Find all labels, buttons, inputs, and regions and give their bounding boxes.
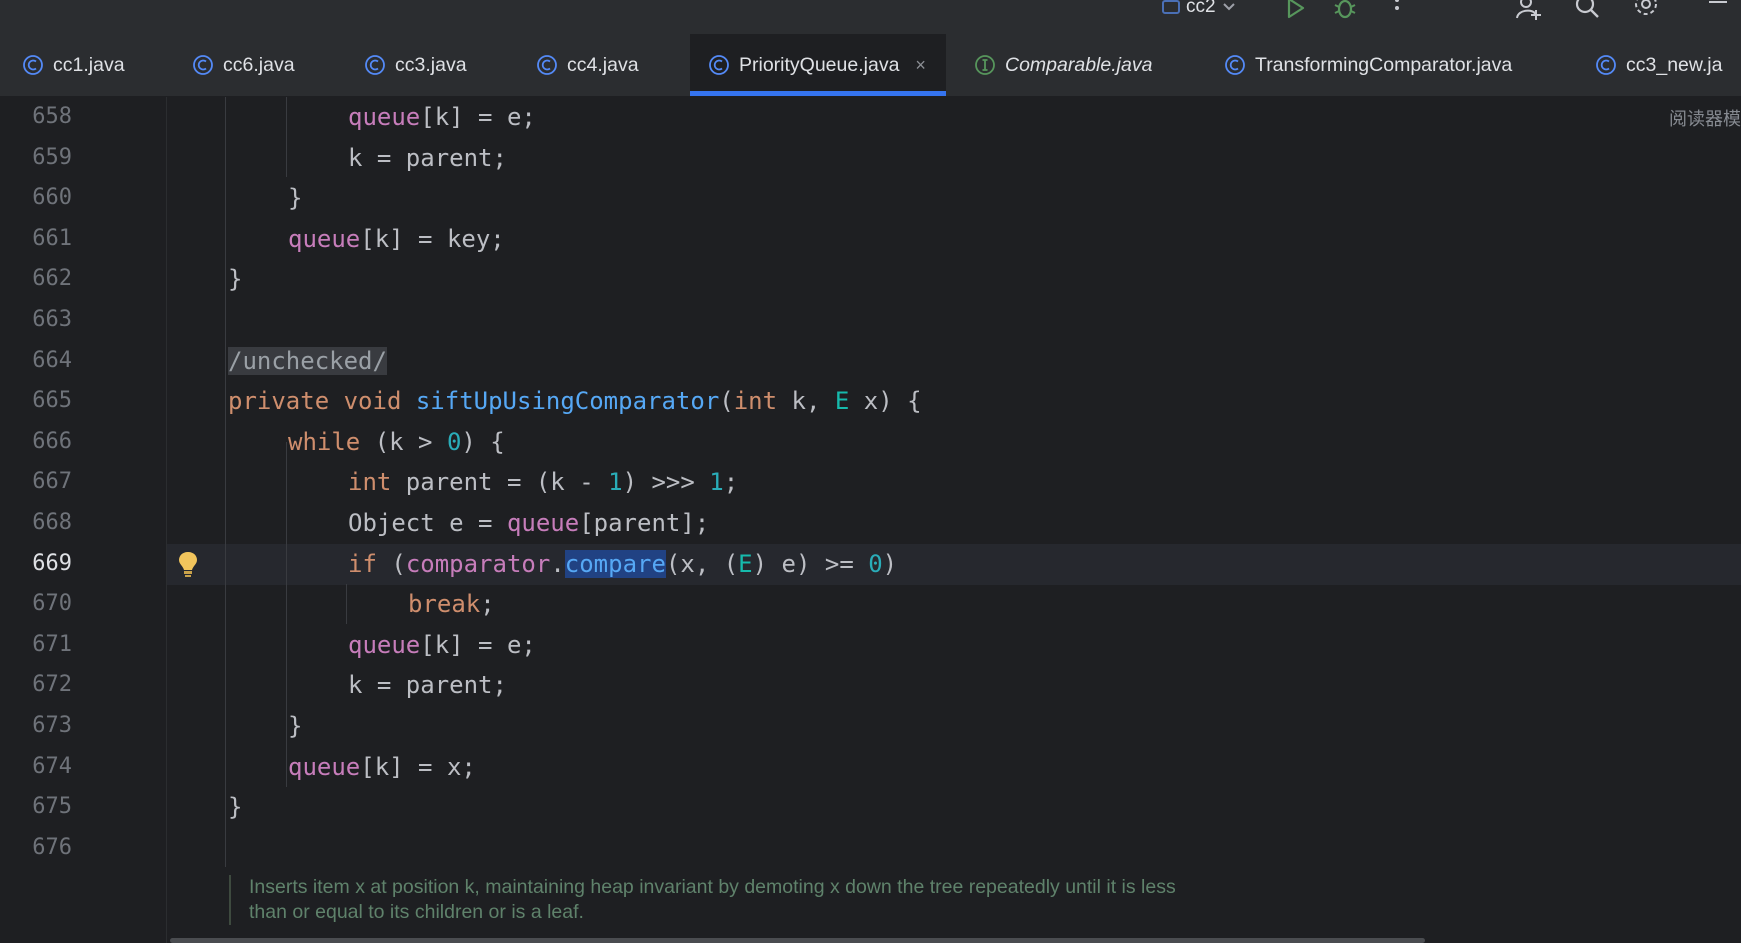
code-line: k = parent; — [348, 143, 507, 172]
tab-label: TransformingComparator.java — [1255, 53, 1513, 76]
class-icon — [709, 55, 729, 75]
line-number: 663 — [32, 307, 72, 332]
line-number: 661 — [32, 225, 72, 251]
debug-icon[interactable] — [1332, 0, 1358, 22]
tab-cc6[interactable]: cc6.java — [192, 34, 295, 96]
run-icon[interactable] — [1282, 0, 1308, 22]
code-line: } — [228, 793, 243, 822]
rendered-doc-comment[interactable]: Inserts item x at position k, maintainin… — [229, 875, 1199, 925]
code-line: } — [228, 265, 243, 294]
line-number: 659 — [32, 144, 72, 170]
indent-guide — [346, 584, 347, 624]
class-icon — [537, 55, 557, 75]
chevron-down-icon — [1222, 3, 1235, 11]
tab-cc3[interactable]: cc3.java — [364, 34, 467, 96]
code-line-current: if (comparator.compare(x, (E) e) >= 0) — [348, 549, 898, 578]
line-number: 658 — [32, 104, 72, 129]
reader-mode-toggle[interactable]: 阅读器模 — [1669, 105, 1741, 131]
line-number: 672 — [32, 672, 72, 698]
class-icon — [1225, 55, 1245, 75]
tab-label: cc6.java — [223, 53, 295, 76]
indent-guide — [286, 442, 287, 787]
code-line: } — [288, 712, 303, 740]
more-icon[interactable] — [1384, 0, 1410, 22]
code-line: } — [288, 184, 303, 213]
class-icon — [193, 55, 213, 75]
tab-cc3-new[interactable]: cc3_new.ja — [1595, 34, 1722, 96]
interface-icon — [975, 55, 995, 75]
run-config-selector[interactable]: cc2 — [1162, 0, 1236, 18]
tab-cc1[interactable]: cc1.java — [22, 34, 125, 96]
minimize-icon[interactable] — [1705, 0, 1731, 22]
code-line: queue[k] = x; — [288, 752, 476, 781]
code-line: k = parent; — [348, 671, 507, 700]
lightbulb-icon[interactable] — [178, 550, 198, 578]
code-line: queue[k] = e; — [348, 103, 536, 131]
code-line: queue[k] = e; — [348, 630, 536, 659]
line-number: 675 — [32, 794, 72, 820]
search-icon[interactable] — [1574, 0, 1600, 22]
tab-label: cc1.java — [53, 53, 125, 76]
line-number: 666 — [32, 428, 72, 454]
tab-comparable[interactable]: Comparable.java — [974, 34, 1152, 96]
settings-icon[interactable] — [1633, 0, 1659, 22]
editor-tabs: cc1.java cc6.java cc3.java cc4.java Prio… — [0, 34, 1741, 97]
class-icon — [23, 55, 43, 75]
code-editor[interactable]: 658 659 660 661 662 663 664 665 666 667 … — [0, 97, 1741, 943]
tab-label: cc4.java — [567, 53, 639, 76]
indent-guide — [286, 97, 287, 177]
tab-transformingcomparator[interactable]: TransformingComparator.java — [1224, 34, 1512, 96]
main-toolbar: cc2 — [0, 0, 1741, 34]
annotation-hint: /unchecked/ — [228, 346, 387, 375]
tab-priorityqueue[interactable]: PriorityQueue.java × — [690, 34, 946, 96]
code-line: queue[k] = key; — [288, 224, 505, 253]
line-number: 664 — [32, 347, 72, 373]
tab-label: PriorityQueue.java — [739, 53, 900, 76]
code-line: int parent = (k - 1) >>> 1; — [348, 468, 739, 497]
tab-cc4[interactable]: cc4.java — [536, 34, 639, 96]
line-number-current: 669 — [32, 550, 72, 576]
selected-token[interactable]: compare — [564, 549, 666, 578]
code-line: Object e = queue[parent]; — [348, 509, 710, 537]
line-number: 667 — [32, 469, 72, 495]
class-icon — [1596, 55, 1616, 75]
run-config-icon — [1162, 0, 1180, 14]
tab-label: Comparable.java — [1005, 53, 1153, 76]
editor-gutter[interactable]: 658 659 660 661 662 663 664 665 666 667 … — [0, 97, 197, 943]
close-icon[interactable]: × — [915, 55, 926, 76]
code-line: while (k > 0) { — [288, 427, 505, 456]
tab-label: cc3_new.ja — [1626, 53, 1723, 76]
line-number: 662 — [32, 266, 72, 292]
line-number: 665 — [32, 388, 72, 414]
line-number: 674 — [32, 753, 72, 779]
add-user-icon[interactable] — [1515, 0, 1541, 22]
line-number: 670 — [32, 591, 72, 617]
line-number: 671 — [32, 631, 72, 657]
code-line: /unchecked/ — [228, 341, 387, 382]
line-number: 668 — [32, 510, 72, 535]
tab-label: cc3.java — [395, 53, 467, 76]
run-config-label: cc2 — [1186, 0, 1216, 17]
class-icon — [365, 55, 385, 75]
horizontal-scrollbar[interactable] — [170, 938, 1425, 943]
line-number: 676 — [32, 834, 72, 860]
code-line: private void siftUpUsingComparator(int k… — [228, 387, 922, 416]
indent-guide — [225, 97, 226, 867]
line-number: 673 — [32, 713, 72, 738]
code-line: break; — [408, 590, 495, 619]
line-number: 660 — [32, 185, 72, 211]
